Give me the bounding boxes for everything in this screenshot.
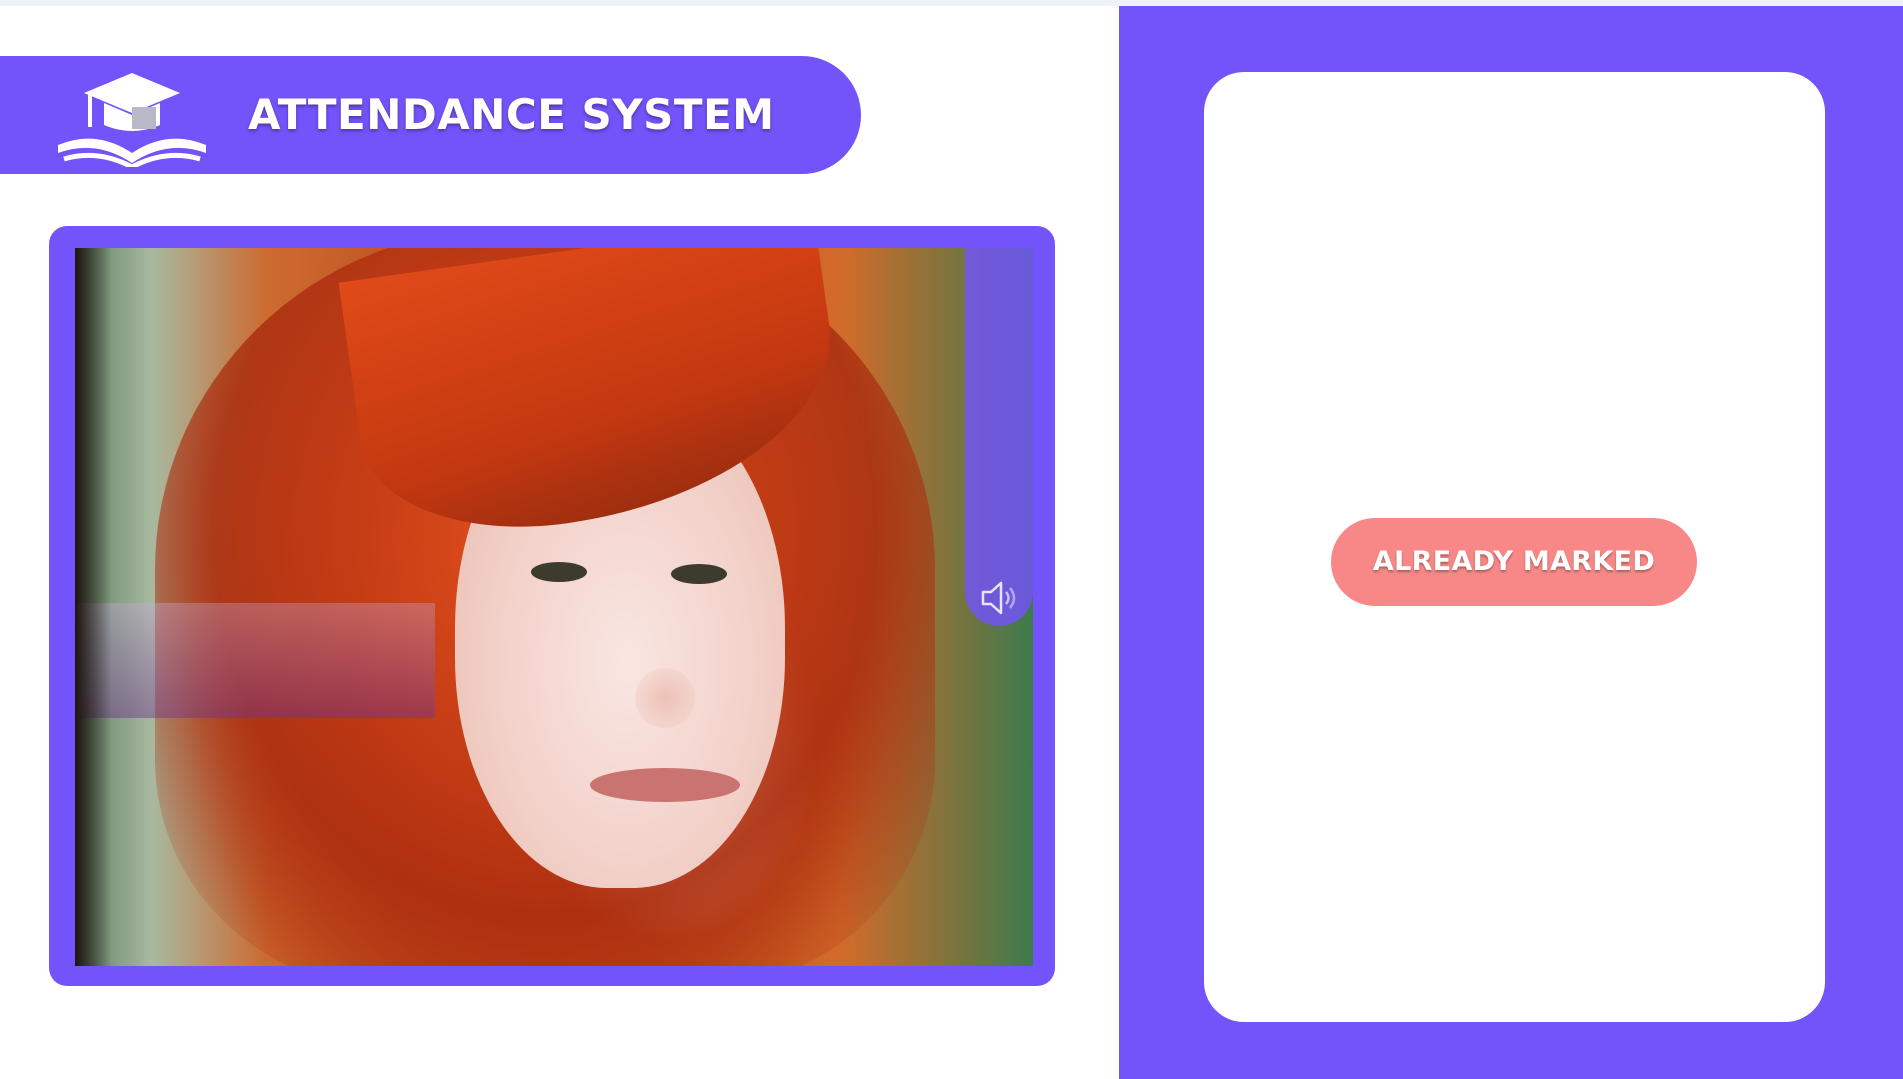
speaker-icon[interactable] [979,578,1021,618]
app-header: ATTENDANCE SYSTEM [0,56,861,174]
status-panel: ALREADY MARKED [1119,6,1903,1079]
status-badge: ALREADY MARKED [1331,518,1697,606]
camera-feed [75,248,1033,966]
app-title: ATTENDANCE SYSTEM [248,90,775,139]
attendance-card: ALREADY MARKED [1204,72,1825,1022]
camera-frame [49,226,1055,986]
audio-control-panel[interactable] [965,248,1033,626]
graduation-cap-book-icon [58,73,206,167]
